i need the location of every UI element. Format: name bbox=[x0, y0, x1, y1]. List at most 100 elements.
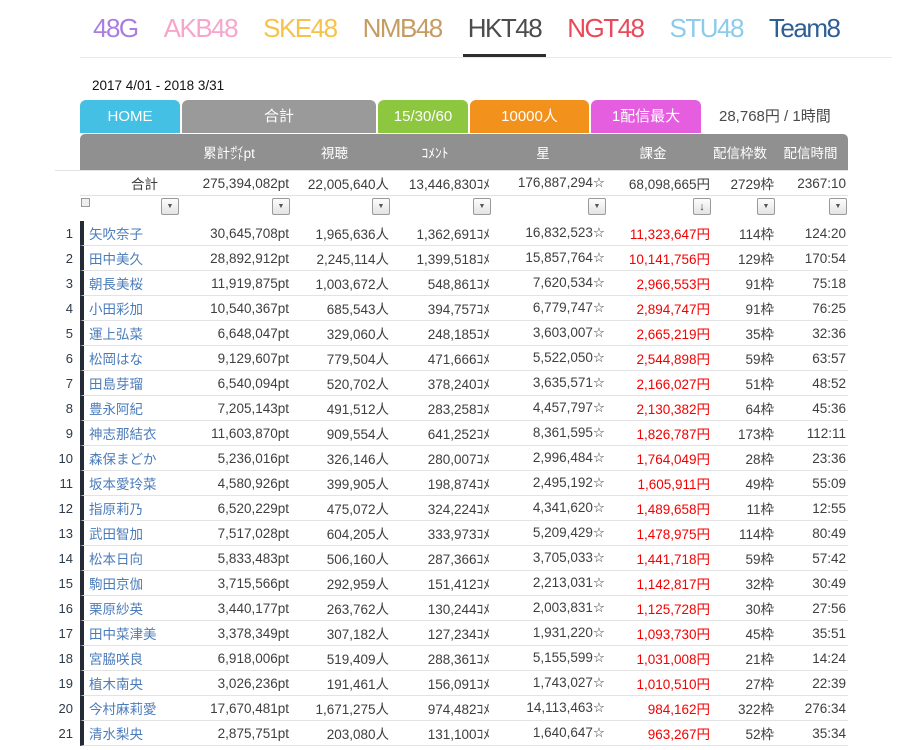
comments-cell: 131,100ｺﾒ bbox=[391, 721, 492, 746]
filter-button-comments[interactable]: ▼ bbox=[473, 198, 491, 215]
header-stars: 星 bbox=[492, 134, 607, 171]
stars-cell: 8,361,595☆ bbox=[492, 421, 607, 446]
time-cell: 112:11 bbox=[776, 421, 848, 446]
member-name-link[interactable]: 田島芽瑠 bbox=[80, 371, 180, 396]
rank-cell: 10 bbox=[55, 446, 80, 471]
people-tab-button[interactable]: 10000人 bbox=[470, 100, 589, 133]
member-name-link[interactable]: 神志那結衣 bbox=[80, 421, 180, 446]
member-name-link[interactable]: 松岡はな bbox=[80, 346, 180, 371]
member-name-link[interactable]: 松本日向 bbox=[80, 546, 180, 571]
member-name-link[interactable]: 運上弘菜 bbox=[80, 321, 180, 346]
table-row: 12 指原莉乃 6,520,229pt 475,072人 324,224ｺﾒ 4… bbox=[55, 496, 848, 521]
stars-cell: 4,457,797☆ bbox=[492, 396, 607, 421]
comments-cell: 283,258ｺﾒ bbox=[391, 396, 492, 421]
corner-handle[interactable] bbox=[81, 198, 90, 207]
member-name-link[interactable]: 坂本愛玲菜 bbox=[80, 471, 180, 496]
time-cell: 76:25 bbox=[776, 296, 848, 321]
slots-cell: 35枠 bbox=[712, 321, 776, 346]
member-name-link[interactable]: 小田彩加 bbox=[80, 296, 180, 321]
member-name-link[interactable]: 森保まどか bbox=[80, 446, 180, 471]
member-name-link[interactable]: 宮脇咲良 bbox=[80, 646, 180, 671]
rank-cell: 2 bbox=[55, 246, 80, 271]
range-tab-button[interactable]: 15/30/60 bbox=[378, 100, 468, 133]
stars-cell: 6,779,747☆ bbox=[492, 296, 607, 321]
slots-cell: 91枠 bbox=[712, 271, 776, 296]
tab-48g[interactable]: 48G bbox=[80, 0, 151, 57]
time-cell: 75:18 bbox=[776, 271, 848, 296]
member-name-link[interactable]: 田中菜津美 bbox=[80, 621, 180, 646]
filter-button-name[interactable]: ▼ bbox=[161, 198, 179, 215]
comments-cell: 1,399,518ｺﾒ bbox=[391, 246, 492, 271]
time-cell: 12:55 bbox=[776, 496, 848, 521]
member-name-link[interactable]: 植木南央 bbox=[80, 671, 180, 696]
member-name-link[interactable]: 武田智加 bbox=[80, 521, 180, 546]
viewers-cell: 326,146人 bbox=[291, 446, 391, 471]
tab-team8[interactable]: Team8 bbox=[756, 0, 853, 57]
viewers-cell: 909,554人 bbox=[291, 421, 391, 446]
viewers-cell: 520,702人 bbox=[291, 371, 391, 396]
slots-cell: 21枠 bbox=[712, 646, 776, 671]
rank-cell: 17 bbox=[55, 621, 80, 646]
points-cell: 6,648,047pt bbox=[180, 321, 291, 346]
time-cell: 14:24 bbox=[776, 646, 848, 671]
tab-akb48[interactable]: AKB48 bbox=[151, 0, 250, 57]
member-name-link[interactable]: 田中美久 bbox=[80, 246, 180, 271]
header-slots: 配信枠数 bbox=[712, 134, 776, 171]
slots-cell: 52枠 bbox=[712, 721, 776, 746]
filter-button-stars[interactable]: ▼ bbox=[588, 198, 606, 215]
tab-nmb48[interactable]: NMB48 bbox=[350, 0, 455, 57]
member-name-link[interactable]: 朝長美桜 bbox=[80, 271, 180, 296]
filter-button-points[interactable]: ▼ bbox=[272, 198, 290, 215]
tab-hkt48[interactable]: HKT48 bbox=[455, 0, 554, 57]
total-points-cell: 275,394,082pt bbox=[180, 171, 291, 196]
rank-cell: 8 bbox=[55, 396, 80, 421]
tab-ske48[interactable]: SKE48 bbox=[250, 0, 349, 57]
yen-cell: 1,142,817円 bbox=[607, 571, 712, 596]
stars-cell: 3,635,571☆ bbox=[492, 371, 607, 396]
tab-stu48[interactable]: STU48 bbox=[657, 0, 756, 57]
time-cell: 124:20 bbox=[776, 221, 848, 246]
sort-button-yen[interactable]: ↓ bbox=[693, 198, 711, 215]
member-name-link[interactable]: 今村麻莉愛 bbox=[80, 696, 180, 721]
member-name-link[interactable]: 矢吹奈子 bbox=[80, 221, 180, 246]
header-yen: 課金 bbox=[607, 134, 712, 171]
stars-cell: 2,003,831☆ bbox=[492, 596, 607, 621]
member-name-link[interactable]: 清水梨央 bbox=[80, 721, 180, 746]
points-cell: 4,580,926pt bbox=[180, 471, 291, 496]
tab-label: AKB48 bbox=[163, 13, 239, 43]
yen-cell: 2,665,219円 bbox=[607, 321, 712, 346]
rank-cell: 13 bbox=[55, 521, 80, 546]
filter-button-time[interactable]: ▼ bbox=[829, 198, 847, 215]
filter-dropdown-icon: ▼ bbox=[277, 203, 285, 210]
points-cell: 17,670,481pt bbox=[180, 696, 291, 721]
max-broadcast-button[interactable]: 1配信最大 bbox=[591, 100, 701, 133]
filter-button-slots[interactable]: ▼ bbox=[757, 198, 775, 215]
filter-button-viewers[interactable]: ▼ bbox=[372, 198, 390, 215]
tab-ngt48[interactable]: NGT48 bbox=[554, 0, 656, 57]
viewers-cell: 399,905人 bbox=[291, 471, 391, 496]
viewers-cell: 329,060人 bbox=[291, 321, 391, 346]
table-row: 7 田島芽瑠 6,540,094pt 520,702人 378,240ｺﾒ 3,… bbox=[55, 371, 848, 396]
slots-cell: 114枠 bbox=[712, 221, 776, 246]
points-cell: 3,378,349pt bbox=[180, 621, 291, 646]
yen-cell: 1,125,728円 bbox=[607, 596, 712, 621]
rank-cell: 19 bbox=[55, 671, 80, 696]
member-name-link[interactable]: 指原莉乃 bbox=[80, 496, 180, 521]
comments-cell: 1,362,691ｺﾒ bbox=[391, 221, 492, 246]
table-row: 13 武田智加 7,517,028pt 604,205人 333,973ｺﾒ 5… bbox=[55, 521, 848, 546]
home-button[interactable]: HOME bbox=[80, 100, 180, 133]
member-name-link[interactable]: 豊永阿紀 bbox=[80, 396, 180, 421]
tab-label: SKE48 bbox=[263, 13, 338, 43]
filter-dropdown-icon: ▼ bbox=[834, 203, 842, 210]
points-cell: 9,129,607pt bbox=[180, 346, 291, 371]
yen-cell: 2,966,553円 bbox=[607, 271, 712, 296]
total-tab-button[interactable]: 合計 bbox=[182, 100, 376, 133]
comments-cell: 394,757ｺﾒ bbox=[391, 296, 492, 321]
member-name-link[interactable]: 駒田京伽 bbox=[80, 571, 180, 596]
comments-cell: 287,366ｺﾒ bbox=[391, 546, 492, 571]
rank-cell: 16 bbox=[55, 596, 80, 621]
member-name-link[interactable]: 栗原紗英 bbox=[80, 596, 180, 621]
points-cell: 7,517,028pt bbox=[180, 521, 291, 546]
filter-dropdown-icon: ▼ bbox=[762, 203, 770, 210]
comments-cell: 127,234ｺﾒ bbox=[391, 621, 492, 646]
